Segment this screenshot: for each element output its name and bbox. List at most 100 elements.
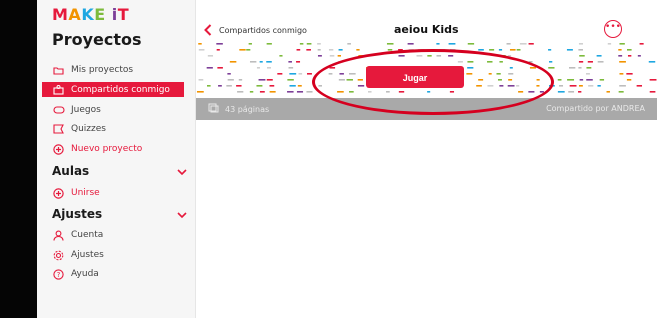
section-title-classes: Aulas bbox=[52, 164, 90, 178]
cover-dash bbox=[549, 61, 553, 63]
cover-dash bbox=[206, 85, 211, 87]
cover-dash bbox=[627, 55, 632, 57]
pages-label: 43 páginas bbox=[225, 104, 270, 114]
cover-dash bbox=[306, 49, 311, 51]
sidebar-item-games[interactable]: Juegos bbox=[52, 102, 101, 118]
cover-dash bbox=[618, 91, 624, 93]
share-icon bbox=[52, 83, 65, 96]
sidebar-item-new-project[interactable]: Nuevo proyecto bbox=[52, 141, 142, 157]
cover-dash bbox=[266, 61, 272, 63]
cover-dash bbox=[337, 55, 341, 57]
cover-dash bbox=[626, 73, 633, 75]
sidebar-item-preferences[interactable]: Ajustes bbox=[52, 247, 104, 263]
cover-dash bbox=[599, 79, 605, 81]
cover-dash bbox=[636, 85, 643, 87]
page-title: aeiou Kids bbox=[394, 23, 459, 36]
cover-dash bbox=[619, 43, 625, 45]
cover-dash bbox=[288, 67, 294, 69]
back-arrow-icon[interactable] bbox=[204, 24, 212, 40]
cover-dash bbox=[196, 91, 204, 93]
sidebar-item-quizzes[interactable]: Quizzes bbox=[52, 121, 106, 137]
cover-dash bbox=[618, 49, 622, 51]
cover-dash bbox=[506, 43, 511, 45]
cover-dash bbox=[618, 55, 623, 57]
folder-icon bbox=[52, 64, 65, 77]
section-title-settings: Ajustes bbox=[52, 207, 103, 221]
chevron-down-icon[interactable] bbox=[177, 208, 187, 222]
sidebar-item-help[interactable]: ? Ayuda bbox=[52, 266, 99, 282]
cover-dash bbox=[296, 91, 304, 93]
cover-dash bbox=[236, 85, 242, 87]
cover-dash bbox=[588, 85, 594, 87]
sidebar-item-account[interactable]: Cuenta bbox=[52, 227, 103, 243]
section-title-projects: Proyectos bbox=[52, 30, 142, 49]
highlight-ring bbox=[312, 49, 554, 115]
cover-dash bbox=[227, 73, 231, 75]
cover-dash bbox=[239, 49, 246, 51]
sidebar-item-label: Unirse bbox=[71, 188, 100, 198]
cover-dash bbox=[266, 67, 271, 69]
cover-dash bbox=[649, 91, 656, 93]
app-logo[interactable]: MAKE iT bbox=[52, 5, 129, 24]
cover-dash bbox=[566, 49, 573, 51]
cover-dash bbox=[269, 85, 275, 87]
cover-dash bbox=[256, 67, 260, 69]
sidebar-item-label: Ajustes bbox=[71, 250, 104, 260]
cover-dash bbox=[227, 79, 234, 81]
cover-dash bbox=[579, 55, 585, 57]
cover-dash bbox=[198, 49, 205, 51]
cover-dash bbox=[557, 91, 565, 93]
cover-dash bbox=[248, 43, 252, 45]
cover-dash bbox=[207, 55, 214, 57]
cover-dash bbox=[639, 43, 644, 45]
cover-dash bbox=[627, 49, 632, 51]
cover-dash bbox=[648, 61, 656, 63]
plus-circle-icon bbox=[52, 187, 65, 200]
sidebar-item-shared-with-me[interactable]: Compartidos conmigo bbox=[42, 82, 184, 97]
cover-dash bbox=[569, 85, 577, 87]
cover-dash bbox=[249, 91, 254, 93]
cover-dash bbox=[509, 49, 516, 51]
more-icon[interactable]: ••• bbox=[604, 20, 622, 38]
cover-dash bbox=[288, 61, 292, 63]
cover-dash bbox=[226, 85, 232, 87]
cover-dash bbox=[578, 43, 584, 45]
cover-dash bbox=[306, 43, 312, 45]
cover-dash bbox=[206, 67, 213, 69]
cover-dash bbox=[287, 91, 294, 93]
black-edge bbox=[0, 0, 37, 318]
cover-dash bbox=[287, 79, 294, 81]
cover-dash bbox=[568, 91, 575, 93]
cover-dash bbox=[329, 55, 335, 57]
chevron-down-icon[interactable] bbox=[177, 165, 187, 179]
cover-dash bbox=[578, 91, 582, 93]
cover-dash bbox=[258, 79, 266, 81]
back-link[interactable]: Compartidos conmigo bbox=[219, 26, 307, 35]
cover-dash bbox=[198, 79, 204, 81]
cover-dash bbox=[279, 55, 283, 57]
cover-dash bbox=[586, 79, 593, 81]
cover-dash bbox=[299, 43, 304, 45]
pages-count: 43 páginas bbox=[208, 103, 269, 115]
cover-dash bbox=[519, 43, 527, 45]
sidebar: MAKE iT Proyectos Mis proyectos Comparti… bbox=[37, 0, 196, 318]
sidebar-item-my-projects[interactable]: Mis proyectos bbox=[52, 62, 133, 78]
cover-dash bbox=[569, 67, 576, 69]
cover-dash bbox=[297, 85, 302, 87]
sidebar-item-label: Ayuda bbox=[71, 269, 99, 279]
cover-dash bbox=[578, 67, 582, 69]
plus-circle-icon bbox=[52, 143, 65, 156]
cover-dash bbox=[557, 79, 562, 81]
quiz-icon bbox=[52, 123, 65, 136]
cover-dash bbox=[578, 49, 583, 51]
cover-dash bbox=[619, 61, 626, 63]
cover-dash bbox=[306, 73, 312, 75]
sidebar-item-join[interactable]: Unirse bbox=[52, 185, 100, 201]
cover-dash bbox=[249, 61, 257, 63]
cover-dash bbox=[498, 49, 503, 51]
cover-dash bbox=[238, 79, 243, 81]
cover-dash bbox=[317, 49, 321, 51]
help-icon: ? bbox=[52, 268, 65, 281]
cover-dash bbox=[489, 49, 495, 51]
cover-dash bbox=[218, 85, 222, 87]
